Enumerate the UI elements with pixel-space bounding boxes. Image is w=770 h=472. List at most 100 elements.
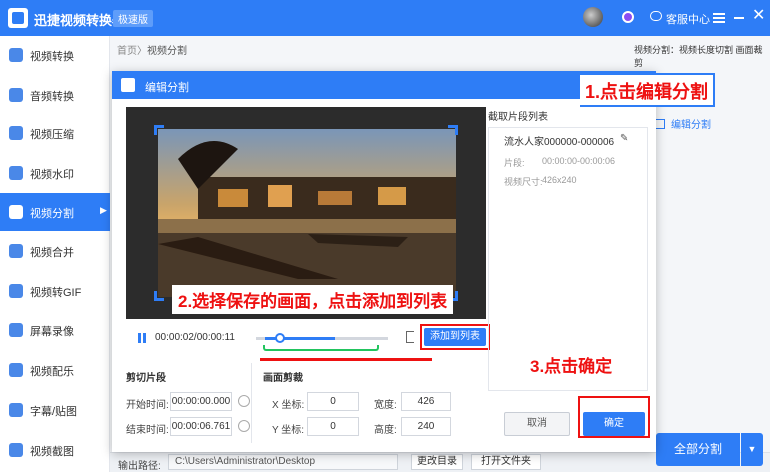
sidebar-item-video-compress[interactable]: 视频压缩 xyxy=(0,114,110,152)
timecode: 00:00:02/00:00:11 xyxy=(155,332,235,343)
service-center-link[interactable]: 客服中心 xyxy=(666,11,710,27)
title-bar: 迅捷视频转换器 极速版 客服中心 ✕ xyxy=(0,0,770,36)
open-folder-button[interactable]: 打开文件夹 xyxy=(471,454,541,470)
edit-split-link[interactable]: 编辑分割 xyxy=(655,116,711,131)
y-coordinate-label: Y 坐标: xyxy=(272,425,305,436)
end-time-label: 结束时间: xyxy=(126,425,169,436)
split-dropdown-button[interactable]: ▼ xyxy=(741,433,763,466)
sidebar-item-video-music[interactable]: 视频配乐 xyxy=(0,351,110,389)
highlight-add-button xyxy=(420,324,490,350)
video-size-label: 视频尺寸: xyxy=(504,177,543,187)
section-divider xyxy=(251,363,252,443)
breadcrumb: 首页〉视频分割 xyxy=(117,42,187,57)
sidebar-item-label: 屏幕录像 xyxy=(30,326,74,338)
video-frame[interactable] xyxy=(158,129,456,297)
volume-icon[interactable] xyxy=(406,331,414,343)
highlight-confirm-button xyxy=(578,396,650,438)
height-label: 高度: xyxy=(374,425,397,436)
sidebar-item-label: 视频截图 xyxy=(30,446,74,458)
dialog-title: 编辑分割 xyxy=(145,82,189,94)
width-label: 宽度: xyxy=(374,400,397,411)
sidebar-item-label: 视频转换 xyxy=(30,51,74,63)
timeline-playhead[interactable] xyxy=(274,333,285,343)
height-field[interactable]: 240 xyxy=(401,417,451,436)
sidebar-item-video-merge[interactable]: 视频合并 xyxy=(0,232,110,270)
breadcrumb-home[interactable]: 首页 xyxy=(117,46,137,57)
sidebar-item-video-convert[interactable]: 视频转换 xyxy=(0,36,110,74)
x-coordinate-field[interactable]: 0 xyxy=(307,392,359,411)
sidebar-item-label: 字幕/贴图 xyxy=(30,406,78,418)
cancel-button[interactable]: 取消 xyxy=(504,412,570,436)
edit-pencil-icon[interactable]: ✎ xyxy=(620,133,628,144)
chat-icon[interactable] xyxy=(650,11,662,21)
start-time-field[interactable]: 00:00:00.000 xyxy=(170,392,232,411)
app-logo-icon xyxy=(8,8,28,28)
sidebar-item-label: 视频水印 xyxy=(30,169,74,181)
reset-end-icon[interactable] xyxy=(238,420,250,432)
feature-hint: 视频分割：视频长度切割 画面裁剪 xyxy=(634,45,763,68)
video-split-icon xyxy=(9,205,23,219)
pause-button[interactable] xyxy=(138,333,146,343)
video-size-value: 426x240 xyxy=(542,175,577,185)
vip-icon[interactable] xyxy=(622,11,634,23)
minimize-button[interactable] xyxy=(734,17,744,19)
video-compress-icon xyxy=(9,126,23,140)
sidebar-item-screen-record[interactable]: 屏幕录像 xyxy=(0,311,110,349)
clip-name[interactable]: 流水人家000000-000006 xyxy=(504,133,614,148)
edition-badge: 极速版 xyxy=(113,10,153,27)
sidebar-item-subtitle[interactable]: 字幕/贴图 xyxy=(0,391,110,429)
crop-section-title: 画面剪裁 xyxy=(263,373,303,384)
sidebar-item-audio-convert[interactable]: 音频转换 xyxy=(0,76,110,114)
reset-start-icon[interactable] xyxy=(238,395,250,407)
sidebar-item-watermark[interactable]: 视频水印 xyxy=(0,154,110,192)
width-field[interactable]: 426 xyxy=(401,392,451,411)
y-coordinate-field[interactable]: 0 xyxy=(307,417,359,436)
crop-handle-top-right[interactable] xyxy=(448,125,458,135)
sidebar-item-label: 音频转换 xyxy=(30,91,74,103)
sidebar-item-label: 视频压缩 xyxy=(30,129,74,141)
highlight-underline xyxy=(260,358,432,361)
audio-convert-icon xyxy=(9,88,23,102)
end-time-field[interactable]: 00:00:06.761 xyxy=(170,417,232,436)
music-icon xyxy=(9,363,23,377)
app-title: 迅捷视频转换器 xyxy=(34,13,126,28)
crop-handle-top-left[interactable] xyxy=(154,125,164,135)
crop-handle-bottom-left[interactable] xyxy=(154,291,164,301)
edit-split-dialog: 编辑分割 00:00:02/00:00:11 添加到列表 剪切片段 开始时间: … xyxy=(112,71,656,452)
breadcrumb-separator: 〉 xyxy=(137,46,147,57)
segment-label: 片段: xyxy=(504,158,525,168)
gif-icon xyxy=(9,284,23,298)
output-path-label: 输出路径: xyxy=(118,461,161,472)
dialog-header: 编辑分割 xyxy=(112,71,656,99)
annotation-step-2: 2.选择保存的画面，点击添加到列表 xyxy=(172,285,454,314)
change-directory-button[interactable]: 更改目录 xyxy=(411,454,463,470)
video-convert-icon xyxy=(9,48,23,62)
scissors-icon xyxy=(121,78,135,92)
sidebar-item-screenshot[interactable]: 视频截图 xyxy=(0,431,110,469)
segment-value: 00:00:00-00:00:06 xyxy=(542,156,616,166)
selection-bracket xyxy=(263,345,379,351)
split-all-button[interactable]: 全部分割 xyxy=(656,433,740,466)
sidebar-item-label: 视频合并 xyxy=(30,247,74,259)
menu-icon[interactable] xyxy=(713,13,725,23)
screen-record-icon xyxy=(9,323,23,337)
video-thumbnail-image xyxy=(158,129,456,297)
chevron-right-icon: ▶ xyxy=(100,205,107,215)
x-coordinate-label: X 坐标: xyxy=(272,400,305,411)
start-time-label: 开始时间: xyxy=(126,400,169,411)
sidebar-item-label: 视频配乐 xyxy=(30,366,74,378)
sidebar-item-video-split[interactable]: 视频分割 ▶ xyxy=(0,193,110,231)
sidebar-item-gif[interactable]: 视频转GIF xyxy=(0,272,110,310)
clip-list-title: 截取片段列表 xyxy=(488,112,548,123)
annotation-step-3: 3.点击确定 xyxy=(524,350,619,379)
player-controls: 00:00:02/00:00:11 添加到列表 xyxy=(126,323,490,361)
sidebar-item-label: 视频分割 xyxy=(30,208,74,220)
video-merge-icon xyxy=(9,244,23,258)
sidebar-item-label: 视频转GIF xyxy=(30,287,82,299)
avatar[interactable] xyxy=(583,7,603,27)
watermark-icon xyxy=(9,166,23,180)
close-button[interactable]: ✕ xyxy=(752,8,765,24)
output-path-field[interactable]: C:\Users\Administrator\Desktop xyxy=(168,454,398,470)
sidebar: 视频转换 音频转换 视频压缩 视频水印 视频分割 ▶ 视频合并 视频转GIF 屏幕… xyxy=(0,36,110,472)
annotation-step-1: 1.点击编辑分割 xyxy=(580,73,716,107)
